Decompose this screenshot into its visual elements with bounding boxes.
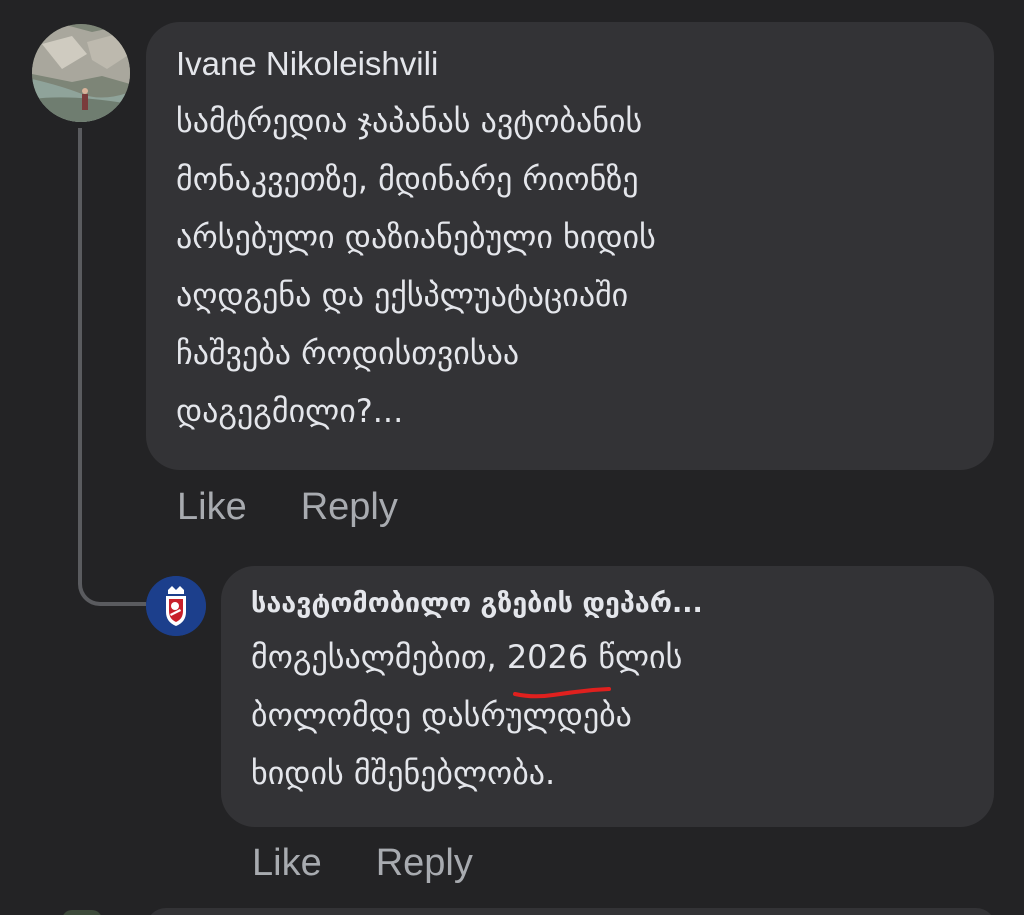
next-comment-avatar[interactable] xyxy=(62,910,102,915)
next-comment-bubble xyxy=(146,908,996,915)
comment-thread: Ivane Nikoleishvili სამტრედია ჯაპანას ავ… xyxy=(0,0,1024,915)
highlighted-year: 2026 xyxy=(506,628,611,699)
reply-author[interactable]: საავტომობილო გზების დეპარ... xyxy=(251,584,964,624)
commenter-avatar[interactable] xyxy=(32,24,130,122)
comment-text-line: ჩაშვება როდისთვისაა xyxy=(176,334,520,372)
reply-text-line: მოგესალმებით, 2026 წლის xyxy=(251,628,964,699)
comment-bubble: Ivane Nikoleishvili სამტრედია ჯაპანას ავ… xyxy=(146,22,994,470)
red-underline-mark-icon xyxy=(512,687,611,699)
reply-thread-connector xyxy=(78,128,146,606)
year-text: 2026 xyxy=(506,638,589,676)
reply-button[interactable]: Reply xyxy=(301,486,398,529)
comment-actions: Like Reply xyxy=(177,486,398,529)
reply-bubble: საავტომობილო გზების დეპარ... მოგესალმები… xyxy=(221,566,994,827)
coat-of-arms-icon xyxy=(146,576,206,636)
reply-year-suffix: წლის xyxy=(588,638,683,676)
comment-text-line: არსებული დაზიანებული ხიდის xyxy=(176,218,656,256)
comment-text-line: მონაკვეთზე, მდინარე რიონზე xyxy=(176,160,639,198)
like-button[interactable]: Like xyxy=(177,486,247,529)
reply-button[interactable]: Reply xyxy=(376,842,473,885)
reply-actions: Like Reply xyxy=(252,842,473,885)
comment-text-line: აღდგენა და ექსპლუატაციაში xyxy=(176,276,629,314)
comment-text-line: დაგეგმილი?... xyxy=(176,392,404,430)
comment-author[interactable]: Ivane Nikoleishvili xyxy=(176,44,964,84)
like-button[interactable]: Like xyxy=(252,842,322,885)
reply-greeting: მოგესალმებით, xyxy=(251,638,507,676)
department-avatar[interactable] xyxy=(146,576,206,636)
reply-text-line: ხიდის მშენებლობა. xyxy=(251,754,556,792)
comment-text-line: სამტრედია ჯაპანას ავტობანის xyxy=(176,102,643,140)
landscape-photo-icon xyxy=(32,24,130,122)
reply-text: მოგესალმებით, 2026 წლის ბოლომდე დასრულდე… xyxy=(251,628,964,802)
comment-text: სამტრედია ჯაპანას ავტობანის მონაკვეთზე, … xyxy=(176,92,964,440)
